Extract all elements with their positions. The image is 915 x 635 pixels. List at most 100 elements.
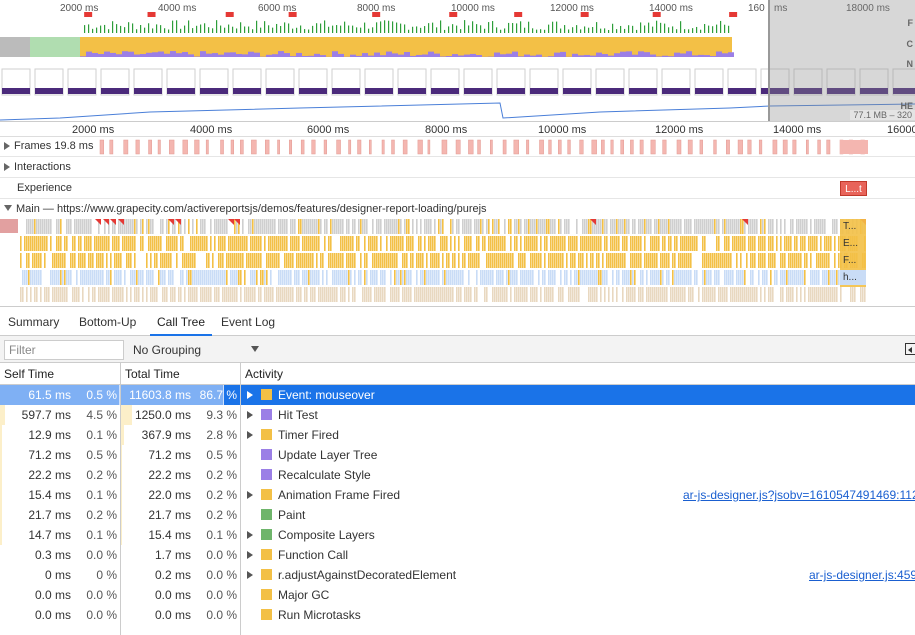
expand-arrow-icon[interactable]	[247, 391, 253, 399]
flame-entry	[114, 253, 116, 268]
overview-ruler-label: 2000 ms	[60, 3, 99, 14]
flame-entry	[420, 236, 422, 251]
fps-bar	[352, 25, 354, 33]
flame-entry	[270, 270, 272, 285]
toggle-sidebar-icon[interactable]	[905, 343, 915, 355]
flame-entry	[684, 219, 686, 234]
table-row[interactable]: 21.7 ms 0.2 % 21.7 ms 0.2 % Paint	[0, 505, 915, 525]
cpu-rendering-area	[248, 51, 254, 57]
cpu-rendering-area	[554, 52, 560, 57]
flame-entry	[632, 287, 634, 302]
grouping-dropdown[interactable]: No Grouping	[133, 341, 263, 359]
experience-track[interactable]: Experience L...t	[0, 178, 915, 199]
flame-entry	[260, 219, 262, 234]
flame-entry	[836, 287, 838, 302]
flame-entry	[58, 253, 60, 268]
activity-header[interactable]: Activity	[241, 363, 915, 385]
cpu-rendering-area	[218, 54, 224, 57]
flame-entry	[458, 287, 460, 302]
expand-arrow-icon[interactable]	[247, 551, 253, 559]
cpu-rendering-area	[290, 56, 296, 57]
main-thread-track[interactable]: Main — https://www.grapecity.com/activer…	[0, 199, 915, 307]
flame-entry	[818, 270, 820, 285]
flame-entry	[612, 219, 614, 234]
flame-entry	[610, 253, 612, 268]
table-row[interactable]: 22.2 ms 0.2 % 22.2 ms 0.2 % Recalculate Styl…	[0, 465, 915, 485]
tab-event-log[interactable]: Event Log	[221, 309, 275, 336]
fps-bar	[556, 21, 558, 33]
table-row[interactable]: 0.0 ms 0.0 % 0.0 ms 0.0 % Major GC	[0, 585, 915, 605]
cpu-rendering-area	[518, 56, 524, 57]
flame-entry	[538, 253, 540, 268]
table-row[interactable]: 0.0 ms 0.0 % 0.0 ms 0.0 % Run Microtasks	[0, 605, 915, 625]
expand-arrow-icon[interactable]	[4, 163, 10, 171]
flame-entry	[260, 253, 262, 268]
expand-arrow-icon[interactable]	[247, 431, 253, 439]
tab-summary[interactable]: Summary	[8, 309, 59, 336]
frames-track[interactable]: Frames 19.8 ms	[0, 137, 915, 157]
flame-entry	[626, 219, 628, 234]
interactions-track-header[interactable]: Interactions	[4, 161, 71, 173]
expand-arrow-icon[interactable]	[247, 491, 253, 499]
expand-arrow-icon[interactable]	[247, 571, 253, 579]
source-link[interactable]: ar-js-designer.js:459	[809, 565, 915, 585]
expand-arrow-icon[interactable]	[247, 411, 253, 419]
expand-arrow-icon[interactable]	[4, 142, 10, 150]
overview-selection-shade[interactable]	[768, 0, 915, 121]
table-row[interactable]: 14.7 ms 0.1 % 15.4 ms 0.1 % Composite Layers	[0, 525, 915, 545]
tab-bottom-up[interactable]: Bottom-Up	[79, 309, 136, 336]
flame-entry	[764, 253, 766, 268]
table-row[interactable]: 0.3 ms 0.0 % 1.7 ms 0.0 % Function Call	[0, 545, 915, 565]
column-divider[interactable]	[240, 363, 241, 635]
flame-entry	[634, 287, 636, 302]
fps-bar	[448, 26, 450, 33]
tab-call-tree[interactable]: Call Tree	[150, 309, 213, 336]
flame-entry	[668, 219, 670, 234]
column-divider[interactable]	[120, 363, 121, 635]
flame-entry	[702, 270, 704, 285]
flame-entry	[732, 270, 734, 285]
flame-entry	[332, 270, 334, 285]
flame-entry	[430, 236, 432, 251]
interactions-track[interactable]: Interactions	[0, 157, 915, 178]
flame-entry	[38, 219, 40, 234]
flame-entry	[706, 253, 708, 268]
flame-entry	[176, 253, 178, 268]
layout-shift-marker[interactable]: L...t	[840, 181, 867, 196]
flame-entry	[28, 253, 30, 268]
fps-bar	[516, 23, 518, 33]
flame-entry	[156, 236, 158, 251]
table-row[interactable]: 597.7 ms 4.5 % 1250.0 ms 9.3 % Hit Test	[0, 405, 915, 425]
main-track-header[interactable]: Main — https://www.grapecity.com/activer…	[4, 203, 487, 215]
collapse-arrow-icon[interactable]	[4, 205, 12, 211]
table-row[interactable]: 61.5 ms 0.5 % 11603.8 ms 86.7 % Event: mouse…	[0, 385, 915, 405]
call-tree-toolbar: No Grouping	[0, 336, 915, 363]
timeline-overview[interactable]: 2000 ms 4000 ms 6000 ms 8000 ms 10000 ms…	[0, 0, 915, 122]
flame-entry	[768, 253, 770, 268]
frames-track-header[interactable]: Frames 19.8 ms	[4, 140, 94, 152]
table-row[interactable]: 0 ms 0 % 0.2 ms 0.0 % r.adjustAgainstDecorat…	[0, 565, 915, 585]
main-flame-chart[interactable]	[0, 199, 915, 307]
flame-entry	[498, 270, 500, 285]
experience-label: Experience	[17, 182, 73, 194]
source-link[interactable]: ar-js-designer.js?jsobv=1610547491469:11…	[683, 485, 915, 505]
table-row[interactable]: 15.4 ms 0.1 % 22.0 ms 0.2 % Animation Frame …	[0, 485, 915, 505]
table-row[interactable]: 71.2 ms 0.5 % 71.2 ms 0.5 % Update Layer Tre…	[0, 445, 915, 465]
flame-entry	[308, 236, 310, 251]
expand-arrow-icon[interactable]	[247, 531, 253, 539]
self-time-header[interactable]: Self Time	[0, 363, 120, 385]
flame-entry	[166, 253, 168, 268]
flame-entry	[150, 219, 152, 234]
self-time-value: 61.5 ms	[28, 388, 71, 402]
filter-input[interactable]	[4, 340, 124, 360]
table-row[interactable]: 12.9 ms 0.1 % 367.9 ms 2.8 % Timer Fired	[0, 425, 915, 445]
flame-entry	[532, 270, 534, 285]
total-time-header[interactable]: Total Time	[121, 363, 240, 385]
flame-entry	[304, 219, 306, 234]
flame-entry	[148, 219, 150, 234]
dropdown-arrow-icon[interactable]	[251, 346, 259, 352]
total-time-value: 22.0 ms	[148, 488, 191, 502]
flame-entry	[828, 253, 830, 268]
flame-entry	[592, 236, 594, 251]
flame-entry	[758, 270, 760, 285]
